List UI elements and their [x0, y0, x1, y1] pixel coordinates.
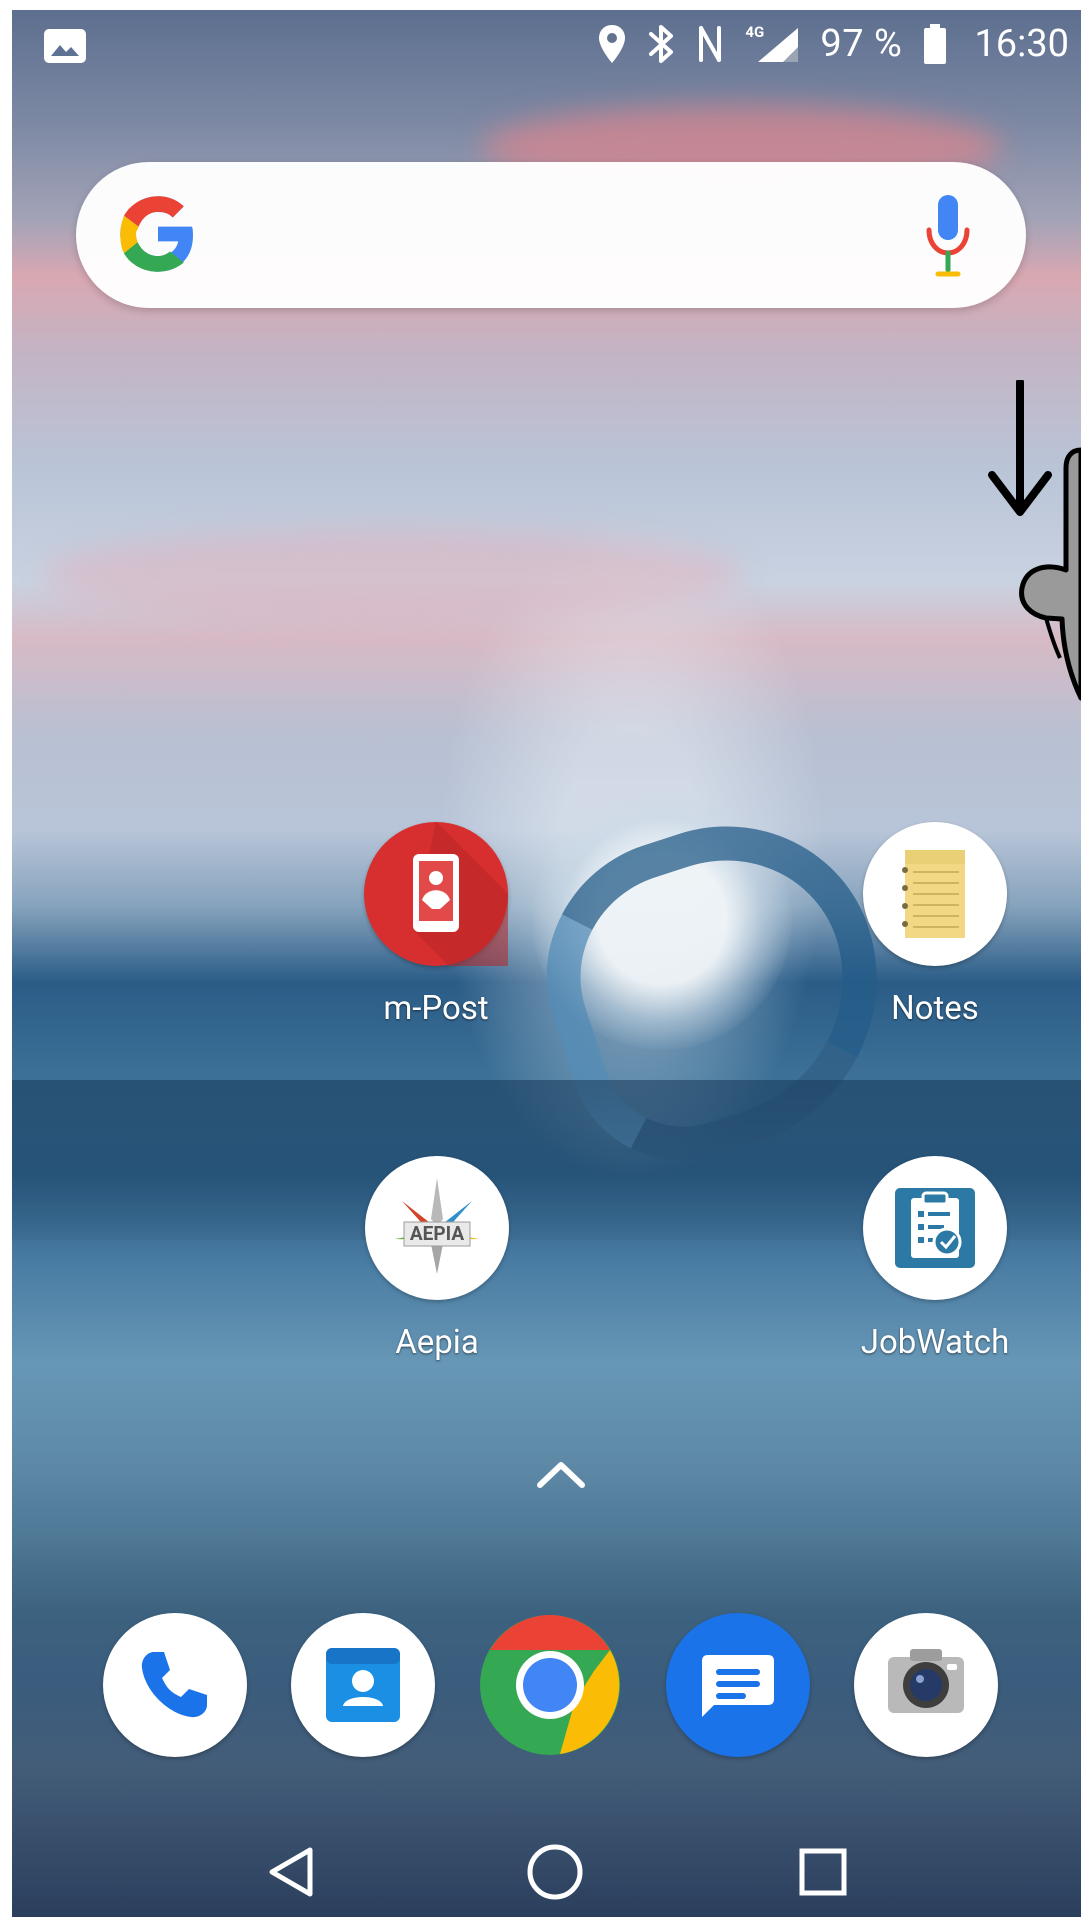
google-search-bar[interactable]: [76, 162, 1026, 308]
phone-icon: [141, 1652, 207, 1718]
swipe-down-hand-annotation: [988, 380, 1081, 701]
clock: 16:30: [974, 22, 1069, 66]
nav-home-button[interactable]: [515, 1832, 595, 1912]
dock-camera[interactable]: [854, 1613, 998, 1757]
notes-icon: [863, 822, 1007, 966]
app-jobwatch[interactable]: JobWatch: [850, 1156, 1020, 1359]
messages-icon: [702, 1655, 774, 1717]
m-post-icon: [364, 822, 508, 966]
dock-contacts[interactable]: [291, 1613, 435, 1757]
nav-recents-button[interactable]: [783, 1832, 863, 1912]
aepia-icon: AEPIA: [365, 1156, 509, 1300]
dock-phone[interactable]: [103, 1613, 247, 1757]
jobwatch-icon: [863, 1156, 1007, 1300]
dock-chrome[interactable]: [478, 1613, 622, 1757]
camera-icon: [888, 1649, 964, 1713]
network-signal: 4G: [745, 23, 800, 65]
phone-screen: 4G 97 % 16:30 m-Post Notes AEPIA Aepia J…: [12, 10, 1081, 1917]
notes-paper-glyph: [902, 850, 965, 938]
dock-messages[interactable]: [666, 1613, 810, 1757]
app-drawer-chevron-up-icon[interactable]: [530, 1455, 592, 1495]
google-logo-icon[interactable]: [112, 188, 204, 280]
app-aepia[interactable]: AEPIA Aepia: [352, 1156, 522, 1359]
notes-label: Notes: [891, 989, 979, 1028]
wallpaper-cloud-lower: [42, 530, 742, 620]
status-icons: 4G 97 % 16:30: [597, 22, 1069, 66]
nav-back-button[interactable]: [250, 1832, 330, 1912]
signal-icon: [758, 28, 799, 62]
home-icon: [527, 1844, 583, 1900]
chrome-icon: [480, 1615, 620, 1755]
status-bar: 4G 97 % 16:30: [12, 10, 1081, 88]
voice-search-mic-icon[interactable]: [920, 192, 976, 278]
image-notification-icon: [44, 29, 86, 63]
location-icon: [599, 25, 626, 63]
battery-icon: [924, 24, 947, 64]
contacts-icon: [326, 1648, 400, 1722]
jobwatch-clipboard-glyph: [895, 1188, 975, 1268]
app-m-post[interactable]: m-Post: [351, 822, 521, 1025]
battery-percentage: 97 %: [820, 22, 903, 66]
back-icon: [269, 1847, 313, 1897]
app-notes[interactable]: Notes: [850, 822, 1020, 1025]
aepia-logo-text: AEPIA: [409, 1222, 465, 1245]
aepia-label: Aepia: [395, 1323, 479, 1362]
jobwatch-label: JobWatch: [860, 1323, 1010, 1362]
bluetooth-icon: [649, 25, 674, 63]
m-post-phone-glyph: [413, 822, 508, 966]
m-post-label: m-Post: [383, 989, 489, 1028]
nfc-icon: [699, 26, 722, 62]
navigation-bar: [12, 1832, 1081, 1917]
recents-icon: [799, 1848, 847, 1896]
